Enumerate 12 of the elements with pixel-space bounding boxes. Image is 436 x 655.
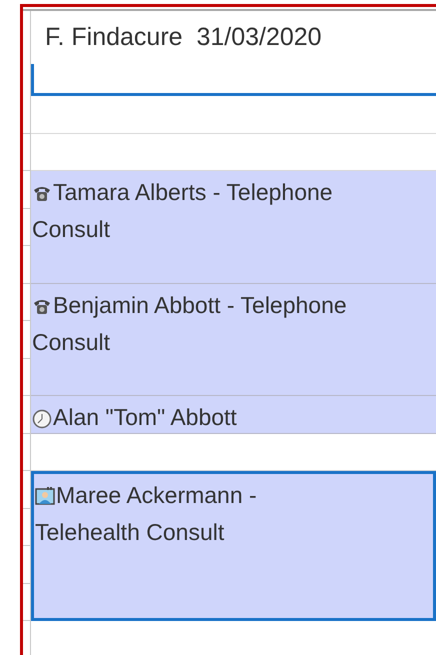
appointment-text: Tamara Alberts - Telephone Consult — [31, 178, 333, 244]
appointment-text: Alan "Tom" Abbott — [31, 396, 237, 436]
telephone-icon — [32, 184, 52, 202]
video-call-icon — [35, 487, 55, 505]
clock-icon — [32, 409, 52, 429]
appointment-block[interactable]: Alan "Tom" Abbott — [31, 396, 436, 434]
appointment-block[interactable]: Maree Ackermann - Telehealth Consult — [31, 471, 436, 621]
appointment-block[interactable]: Tamara Alberts - Telephone Consult — [31, 171, 436, 284]
appointment-block[interactable]: Benjamin Abbott - Telephone Consult — [31, 284, 436, 396]
appointment-text: Maree Ackermann - Telehealth Consult — [34, 481, 257, 547]
column-header-title: F. Findacure 31/03/2020 — [45, 23, 322, 51]
appointment-text: Benjamin Abbott - Telephone Consult — [31, 290, 347, 356]
